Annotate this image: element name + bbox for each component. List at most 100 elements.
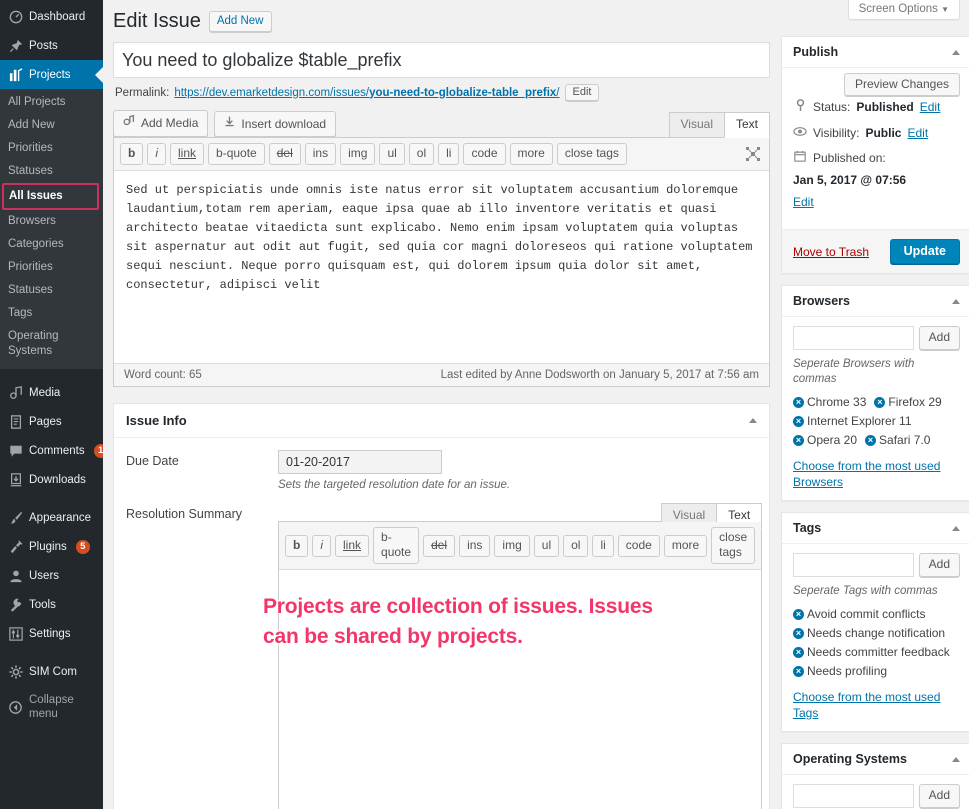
permalink-edit-button[interactable]: Edit bbox=[564, 84, 600, 101]
submenu-item-priorities-1[interactable]: Priorities bbox=[0, 137, 103, 160]
post-title-input[interactable] bbox=[113, 42, 770, 78]
visibility-edit-link[interactable]: Edit bbox=[907, 125, 928, 141]
submenu-item-tags[interactable]: Tags bbox=[0, 302, 103, 325]
sidebar-item-plugins[interactable]: Plugins 5 bbox=[0, 532, 103, 561]
sidebar-item-settings[interactable]: Settings bbox=[0, 619, 103, 648]
move-to-trash-link[interactable]: Move to Trash bbox=[793, 245, 869, 259]
sidebar-item-collapse-menu[interactable]: Collapse menu bbox=[0, 686, 103, 728]
insert-download-button[interactable]: Insert download bbox=[214, 111, 337, 137]
quicktag-ul[interactable]: ul bbox=[379, 143, 405, 165]
quicktag-ol[interactable]: ol bbox=[563, 534, 589, 557]
due-date-input[interactable] bbox=[278, 450, 442, 474]
tags-body: Add Seperate Tags with commas × Avoid com… bbox=[782, 544, 969, 731]
quicktag-ol[interactable]: ol bbox=[408, 143, 435, 165]
add-media-button[interactable]: Add Media bbox=[113, 110, 209, 137]
remove-icon[interactable]: × bbox=[793, 416, 804, 427]
submenu-item-add-new[interactable]: Add New bbox=[0, 114, 103, 137]
quicktag-ins[interactable]: ins bbox=[304, 143, 337, 165]
submenu-item-all-issues[interactable]: All Issues bbox=[2, 183, 99, 210]
status-edit-link[interactable]: Edit bbox=[920, 99, 941, 115]
quicktag-b[interactable]: b bbox=[285, 534, 309, 557]
quicktag-b-quote[interactable]: b-quote bbox=[208, 143, 265, 165]
quicktag-del[interactable]: del bbox=[423, 534, 456, 557]
quicktag-ul[interactable]: ul bbox=[533, 534, 560, 557]
right-sidebar: Publish Preview Changes Status: Publishe… bbox=[781, 7, 969, 809]
editor-content[interactable]: Sed ut perspiciatis unde omnis iste natu… bbox=[114, 171, 769, 363]
operating-systems-add-button[interactable]: Add bbox=[918, 784, 960, 808]
screen-options-button[interactable]: Screen Options ▼ bbox=[847, 0, 960, 20]
quicktag-more[interactable]: more bbox=[663, 534, 708, 557]
toggle-indicator-icon[interactable] bbox=[749, 418, 757, 423]
quicktag-i[interactable]: i bbox=[147, 143, 167, 165]
browsers-choose-link[interactable]: Choose from the most used Browsers bbox=[793, 458, 960, 490]
sidebar-item-tools[interactable]: Tools bbox=[0, 590, 103, 619]
quicktag-link[interactable]: link bbox=[335, 534, 370, 557]
quicktag-code[interactable]: code bbox=[617, 534, 660, 557]
tab-visual[interactable]: Visual bbox=[668, 112, 725, 138]
browsers-add-button[interactable]: Add bbox=[918, 326, 960, 350]
publish-header[interactable]: Publish bbox=[782, 37, 969, 68]
tags-header[interactable]: Tags bbox=[782, 513, 969, 544]
tags-input[interactable] bbox=[793, 553, 914, 577]
quicktag-close-tags[interactable]: close tags bbox=[711, 527, 756, 564]
remove-icon[interactable]: × bbox=[793, 666, 804, 677]
quicktag-more[interactable]: more bbox=[509, 143, 553, 165]
toggle-indicator-icon[interactable] bbox=[952, 525, 960, 531]
published-edit-link[interactable]: Edit bbox=[793, 194, 960, 210]
remove-icon[interactable]: × bbox=[793, 628, 804, 639]
toggle-indicator-icon[interactable] bbox=[952, 49, 960, 55]
remove-icon[interactable]: × bbox=[793, 609, 804, 620]
submenu-item-browsers[interactable]: Browsers bbox=[0, 210, 103, 233]
quicktag-img[interactable]: img bbox=[494, 534, 530, 557]
sidebar-item-pages[interactable]: Pages bbox=[0, 407, 103, 436]
quicktag-del[interactable]: del bbox=[268, 143, 301, 165]
operating-systems-title: Operating Systems bbox=[793, 752, 907, 766]
preview-changes-button[interactable]: Preview Changes bbox=[843, 73, 960, 96]
sidebar-item-dashboard[interactable]: Dashboard bbox=[0, 2, 103, 31]
submenu-item-statuses-1[interactable]: Statuses bbox=[0, 160, 103, 183]
quicktag-b[interactable]: b bbox=[120, 143, 144, 165]
quicktag-li[interactable]: li bbox=[592, 534, 614, 557]
quicktag-i[interactable]: i bbox=[312, 534, 332, 557]
quicktag-close-tags[interactable]: close tags bbox=[556, 143, 627, 165]
submenu-item-priorities-2[interactable]: Priorities bbox=[0, 256, 103, 279]
sidebar-item-media[interactable]: Media bbox=[0, 378, 103, 407]
toggle-indicator-icon[interactable] bbox=[952, 298, 960, 304]
tags-add-button[interactable]: Add bbox=[918, 553, 960, 577]
browsers-input[interactable] bbox=[793, 326, 914, 350]
resolution-editor-content[interactable] bbox=[279, 570, 761, 809]
update-button[interactable]: Update bbox=[889, 239, 960, 264]
fullscreen-icon[interactable] bbox=[745, 146, 761, 162]
remove-icon[interactable]: × bbox=[793, 435, 804, 446]
submenu-item-categories[interactable]: Categories bbox=[0, 233, 103, 256]
sidebar-item-sim-com[interactable]: SIM Com bbox=[0, 657, 103, 686]
quicktag-img[interactable]: img bbox=[340, 143, 376, 165]
quicktag-code[interactable]: code bbox=[463, 143, 506, 165]
remove-icon[interactable]: × bbox=[793, 647, 804, 658]
permalink-link[interactable]: https://dev.emarketdesign.com/issues/you… bbox=[174, 87, 559, 99]
tags-choose-link[interactable]: Choose from the most used Tags bbox=[793, 689, 960, 721]
sidebar-item-users[interactable]: Users bbox=[0, 561, 103, 590]
submenu-item-operating-systems[interactable]: Operating Systems bbox=[0, 325, 103, 363]
toggle-indicator-icon[interactable] bbox=[952, 756, 960, 762]
browsers-header[interactable]: Browsers bbox=[782, 286, 969, 317]
submenu-item-all-projects[interactable]: All Projects bbox=[0, 91, 103, 114]
operating-systems-input[interactable] bbox=[793, 784, 914, 808]
sidebar-item-downloads[interactable]: Downloads bbox=[0, 465, 103, 494]
sidebar-item-comments[interactable]: Comments 1 bbox=[0, 436, 103, 465]
add-new-button[interactable]: Add New bbox=[208, 10, 272, 32]
remove-icon[interactable]: × bbox=[793, 397, 804, 408]
quicktag-ins[interactable]: ins bbox=[459, 534, 491, 557]
remove-icon[interactable]: × bbox=[865, 435, 877, 446]
sidebar-item-posts[interactable]: Posts bbox=[0, 31, 103, 60]
sidebar-item-projects[interactable]: Projects bbox=[0, 60, 103, 89]
operating-systems-header[interactable]: Operating Systems bbox=[782, 744, 969, 775]
tab-text[interactable]: Text bbox=[723, 112, 770, 138]
remove-icon[interactable]: × bbox=[874, 397, 886, 408]
quicktag-li[interactable]: li bbox=[438, 143, 460, 165]
submenu-item-statuses-2[interactable]: Statuses bbox=[0, 279, 103, 302]
sidebar-item-appearance[interactable]: Appearance bbox=[0, 503, 103, 532]
issue-info-header[interactable]: Issue Info bbox=[114, 404, 769, 438]
quicktag-link[interactable]: link bbox=[170, 143, 205, 165]
quicktag-b-quote[interactable]: b-quote bbox=[373, 527, 420, 564]
